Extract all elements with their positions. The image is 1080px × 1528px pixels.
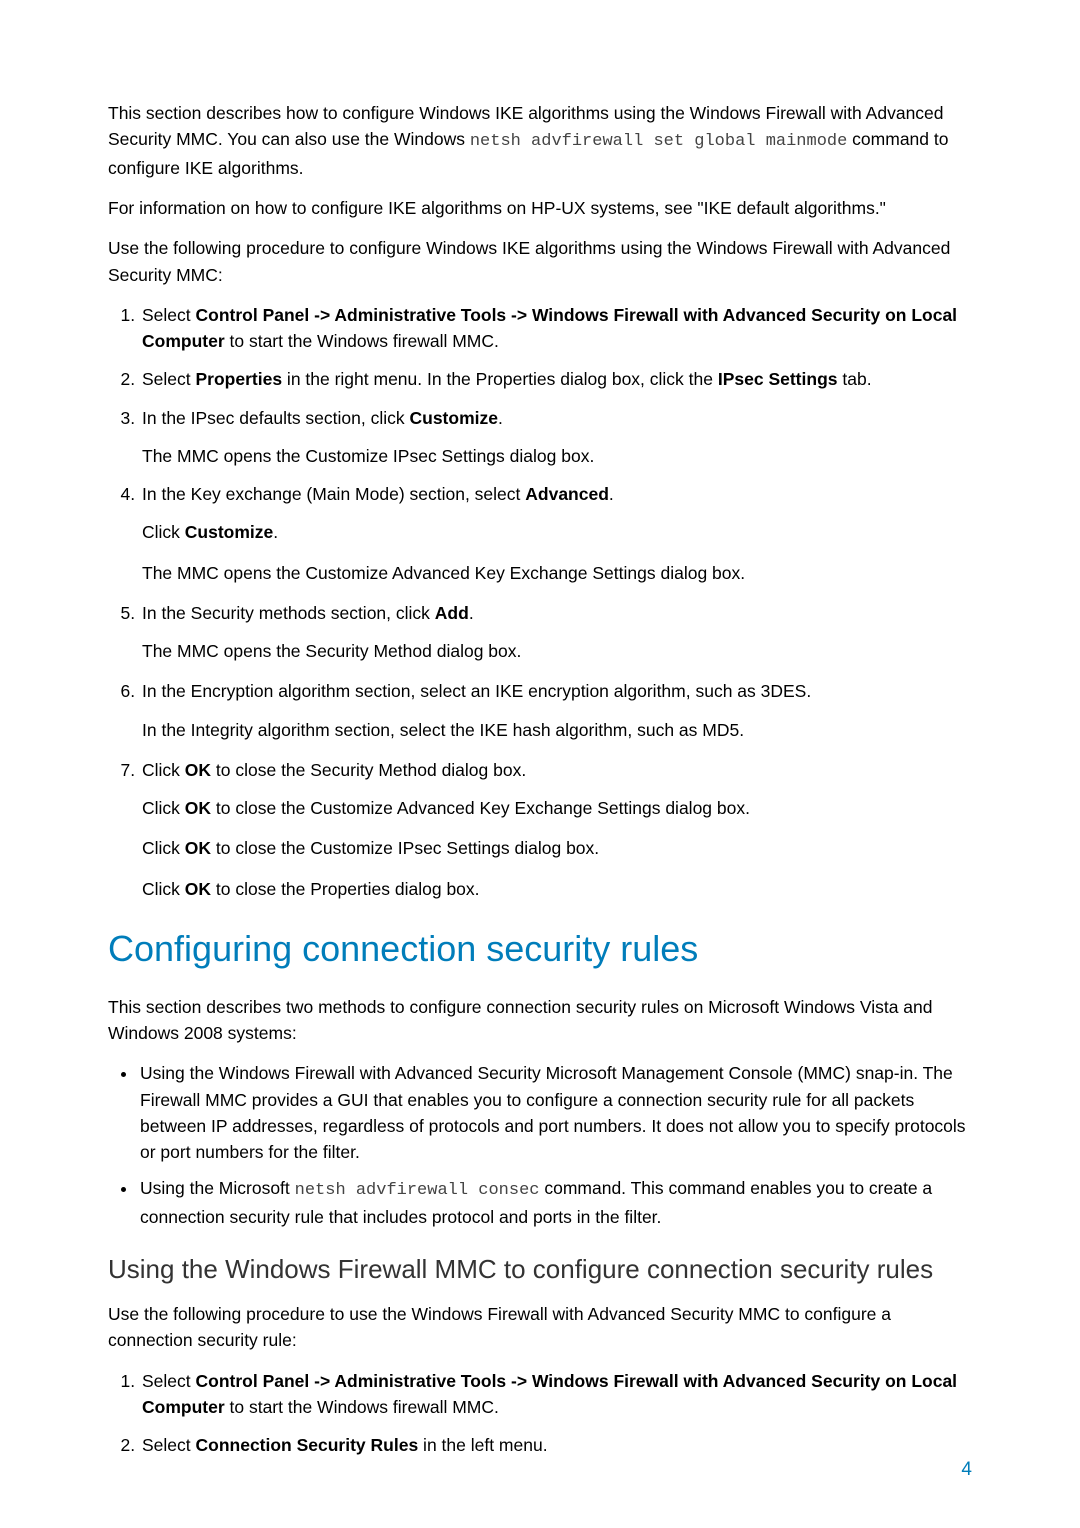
text: . (609, 484, 614, 504)
text: . (469, 603, 474, 623)
sub-text: The MMC opens the Security Method dialog… (142, 638, 972, 664)
page-content: This section describes how to configure … (108, 100, 972, 1488)
text: to close the Properties dialog box. (211, 879, 480, 899)
text: to close the Customize IPsec Settings di… (211, 838, 599, 858)
bold-text: OK (185, 838, 211, 858)
paragraph: Use the following procedure to use the W… (108, 1301, 972, 1354)
page-number: 4 (961, 1456, 972, 1485)
list-item: Using the Microsoft netsh advfirewall co… (138, 1175, 972, 1230)
code-text: netsh advfirewall consec (295, 1181, 540, 1200)
text: Select (142, 1435, 196, 1455)
paragraph: This section describes two methods to co… (108, 994, 972, 1047)
text: Click (142, 522, 185, 542)
list-item: Select Control Panel -> Administrative T… (140, 302, 972, 355)
text: Click (142, 879, 185, 899)
text: Using the Microsoft (140, 1178, 295, 1198)
list-item: In the Encryption algorithm section, sel… (140, 678, 972, 743)
bold-text: Connection Security Rules (196, 1435, 419, 1455)
bold-text: OK (185, 879, 211, 899)
text: Select (142, 305, 196, 325)
intro-paragraph-3: Use the following procedure to configure… (108, 235, 972, 288)
list-item: In the Security methods section, click A… (140, 600, 972, 665)
text: tab. (838, 369, 872, 389)
text: Click (142, 838, 185, 858)
text: Select (142, 1371, 196, 1391)
bold-text: Properties (196, 369, 283, 389)
intro-paragraph-1: This section describes how to configure … (108, 100, 972, 181)
bold-text: OK (185, 760, 211, 780)
text: in the left menu. (418, 1435, 547, 1455)
list-item: In the Key exchange (Main Mode) section,… (140, 481, 972, 586)
sub-text: Click OK to close the Customize IPsec Se… (142, 835, 972, 861)
bold-text: IPsec Settings (718, 369, 838, 389)
text: . (498, 408, 503, 428)
text: to start the Windows firewall MMC. (225, 1397, 499, 1417)
procedure-list-2: Select Control Panel -> Administrative T… (108, 1368, 972, 1459)
text: In the Security methods section, click (142, 603, 435, 623)
bold-text: OK (185, 798, 211, 818)
subsection-heading: Using the Windows Firewall MMC to config… (108, 1250, 972, 1289)
code-text: netsh advfirewall set global mainmode (470, 132, 847, 151)
list-item: In the IPsec defaults section, click Cus… (140, 405, 972, 470)
sub-text: The MMC opens the Customize Advanced Key… (142, 560, 972, 586)
text: In the Encryption algorithm section, sel… (142, 681, 811, 701)
sub-text: Click OK to close the Properties dialog … (142, 876, 972, 902)
text: to close the Customize Advanced Key Exch… (211, 798, 750, 818)
list-item: Click OK to close the Security Method di… (140, 757, 972, 902)
text: . (273, 522, 278, 542)
text: In the Key exchange (Main Mode) section,… (142, 484, 525, 504)
bold-text: Advanced (525, 484, 609, 504)
list-item: Select Connection Security Rules in the … (140, 1432, 972, 1458)
bold-text: Customize (185, 522, 273, 542)
text: in the right menu. In the Properties dia… (282, 369, 718, 389)
bold-text: Customize (410, 408, 498, 428)
text: to start the Windows firewall MMC. (225, 331, 499, 351)
list-item: Using the Windows Firewall with Advanced… (138, 1060, 972, 1165)
text: In the IPsec defaults section, click (142, 408, 410, 428)
section-heading: Configuring connection security rules (108, 922, 972, 976)
procedure-list-1: Select Control Panel -> Administrative T… (108, 302, 972, 902)
list-item: Select Control Panel -> Administrative T… (140, 1368, 972, 1421)
sub-text: In the Integrity algorithm section, sele… (142, 717, 972, 743)
sub-text: The MMC opens the Customize IPsec Settin… (142, 443, 972, 469)
list-item: Select Properties in the right menu. In … (140, 366, 972, 392)
text: to close the Security Method dialog box. (211, 760, 526, 780)
sub-text: Click OK to close the Customize Advanced… (142, 795, 972, 821)
bullet-list: Using the Windows Firewall with Advanced… (108, 1060, 972, 1230)
bold-text: Add (435, 603, 469, 623)
intro-paragraph-2: For information on how to configure IKE … (108, 195, 972, 221)
sub-text: Click Customize. (142, 519, 972, 545)
text: Click (142, 798, 185, 818)
text: Select (142, 369, 196, 389)
text: Click (142, 760, 185, 780)
